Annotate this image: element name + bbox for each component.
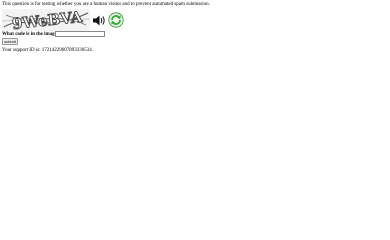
captcha-answer-input[interactable] — [55, 31, 105, 37]
captcha-row: 9WeBVA — [2, 9, 127, 31]
intro-text: This question is for testing whether you… — [2, 2, 210, 7]
captcha-image: 9WeBVA — [2, 9, 90, 31]
audio-captcha-button[interactable] — [92, 14, 106, 27]
refresh-captcha-button[interactable] — [108, 12, 124, 28]
speaker-icon — [93, 15, 105, 26]
refresh-icon — [108, 12, 124, 28]
support-id-text: Your support ID is: 17214229607893330534… — [2, 48, 94, 53]
submit-button[interactable]: submit — [2, 38, 18, 45]
